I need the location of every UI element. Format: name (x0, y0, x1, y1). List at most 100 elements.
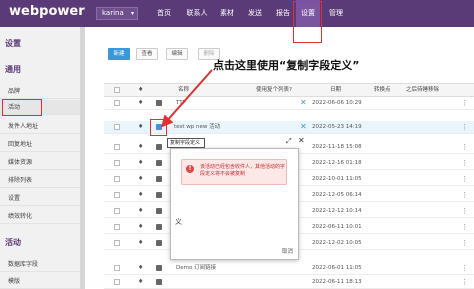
top-navbar: webpower karina ▾ 首页 联系人 素材 发送 报告 设置 管理 (0, 0, 474, 27)
x-icon: ✕ (300, 98, 307, 107)
view-button[interactable]: 查看 (136, 48, 158, 60)
copy-icon[interactable] (156, 160, 162, 166)
bell-icon: ♦ (138, 123, 144, 130)
row-checkbox[interactable] (114, 124, 120, 130)
copy-icon[interactable] (156, 100, 162, 106)
sidebar-item-media[interactable]: 媒体资源 (0, 155, 80, 170)
bell-icon: ♦ (138, 264, 144, 271)
sidebar-title: 设置 (5, 39, 21, 48)
row-checkbox[interactable] (114, 265, 120, 271)
row-date: 2022-05-23 14:19 (312, 124, 362, 130)
row-name: Demo 订阅链接 (176, 265, 217, 271)
bell-icon: ♦ (138, 159, 144, 166)
sidebar-item-templates[interactable]: 模版 (0, 274, 80, 289)
col-last-modified[interactable]: 之后待睡移除 (406, 84, 439, 96)
row-name: TTP (176, 100, 186, 106)
nav-materials[interactable]: 素材 (216, 0, 238, 27)
select-all-checkbox[interactable] (114, 87, 120, 93)
more-icon[interactable]: ⋮ (461, 173, 468, 185)
row-date: 2022-11-18 15:08 (312, 144, 362, 150)
copy-icon[interactable] (156, 208, 162, 214)
sidebar-section-campaign: 活动 (5, 238, 21, 247)
row-date: 2022-06-11 18:13 (312, 279, 362, 285)
row-checkbox[interactable] (114, 176, 120, 182)
col-convert[interactable]: 转换点 (374, 84, 391, 96)
alert-message: 该活动已经包含收件人，其他活动的字段定义将不会被复制 (200, 164, 286, 177)
sidebar-item-brand[interactable]: 品牌 (0, 84, 80, 99)
nav-contacts[interactable]: 联系人 (182, 0, 212, 27)
row-date: 2022-12-02 10:05 (312, 240, 362, 246)
row-checkbox[interactable] (114, 279, 120, 285)
col-name[interactable]: 名称 (178, 84, 189, 96)
more-icon[interactable]: ⋮ (461, 97, 468, 109)
cancel-button[interactable]: 取消 (282, 247, 293, 255)
col-duplicate[interactable]: 使用复个列表? (256, 84, 292, 96)
row-date: 2022-06-11 10:01 (312, 224, 362, 230)
nav-reports[interactable]: 报告 (272, 0, 294, 27)
row-name: test wp new 活动 (174, 124, 221, 130)
row-checkbox[interactable] (114, 240, 120, 246)
table-row[interactable]: ♦ TTP ✕ 2022-06-06 10:29 ⋮ (104, 97, 474, 110)
sidebar-item-db-fields[interactable]: 数据库字段 (0, 257, 80, 272)
row-date: 2022-10-01 11:05 (312, 176, 362, 182)
more-icon[interactable]: ⋮ (461, 141, 468, 153)
edit-button[interactable]: 编辑 (166, 48, 188, 60)
sidebar-item-conversion[interactable]: 绩效转化 (0, 209, 80, 224)
row-checkbox[interactable] (114, 224, 120, 230)
sidebar-scrollbar[interactable] (80, 27, 85, 289)
copy-icon[interactable] (156, 224, 162, 230)
copy-icon[interactable] (156, 176, 162, 182)
copy-field-definition-tooltip: 复制字段定义 (167, 138, 205, 148)
annotation-highlight-campaign (2, 99, 42, 116)
user-name: karina (102, 9, 124, 17)
copy-field-definition-dialog: ! 该活动已经包含收件人，其他活动的字段定义将不会被复制 义 取消 (170, 148, 299, 260)
copy-icon[interactable] (156, 240, 162, 246)
annotation-highlight-copy-icon (150, 119, 167, 136)
col-date[interactable]: 日期 (330, 84, 341, 96)
close-icon[interactable]: ✕ (298, 136, 305, 145)
row-checkbox[interactable] (114, 160, 120, 166)
nav-send[interactable]: 发送 (244, 0, 266, 27)
bell-icon: ♦ (138, 99, 144, 106)
table-header: ♦ 名称 使用复个列表? 日期 转换点 之后待睡移除 (104, 83, 474, 97)
sidebar-item-exclusion[interactable]: 排除列表 (0, 173, 80, 188)
more-icon[interactable]: ⋮ (461, 157, 468, 169)
sidebar-item-reply[interactable]: 回复地址 (0, 137, 80, 152)
row-checkbox[interactable] (114, 192, 120, 198)
more-icon[interactable]: ⋮ (461, 205, 468, 217)
bell-icon: ♦ (138, 207, 144, 214)
row-checkbox[interactable] (114, 144, 120, 150)
chevron-down-icon: ▾ (130, 10, 134, 17)
row-checkbox[interactable] (114, 208, 120, 214)
bell-icon: ♦ (138, 143, 144, 150)
more-icon[interactable]: ⋮ (461, 276, 468, 288)
more-icon[interactable]: ⋮ (461, 221, 468, 233)
row-checkbox[interactable] (114, 100, 120, 106)
x-icon: ✕ (300, 122, 307, 131)
bell-icon: ♦ (138, 175, 144, 182)
table-row[interactable]: ♦ Demo 订阅链接 2022-06-01 11:05 ⋮ (104, 262, 474, 275)
more-icon[interactable]: ⋮ (461, 121, 468, 133)
nav-admin[interactable]: 管理 (325, 0, 347, 27)
copy-icon[interactable] (156, 192, 162, 198)
copy-icon[interactable] (156, 265, 162, 271)
row-date: 2022-12-05 06:14 (312, 192, 362, 198)
new-button[interactable]: 新建 (108, 48, 130, 60)
more-icon[interactable]: ⋮ (461, 189, 468, 201)
sidebar-item-sender[interactable]: 发件人地址 (0, 119, 80, 134)
annotation-highlight-settings (293, 1, 322, 43)
annotation-callout: 点击这里使用“复制字段定义” (213, 59, 360, 72)
copy-icon[interactable] (156, 144, 162, 150)
more-icon[interactable]: ⋮ (461, 237, 468, 249)
bell-icon: ♦ (138, 191, 144, 198)
bell-icon: ♦ (138, 86, 144, 93)
table-row[interactable]: ♦ 2022-06-11 18:13 ⋮ (104, 276, 474, 289)
row-date: 2022-06-01 11:05 (312, 265, 362, 271)
more-icon[interactable]: ⋮ (461, 262, 468, 274)
copy-icon[interactable] (156, 279, 162, 285)
nav-home[interactable]: 首页 (152, 0, 176, 27)
sidebar-section-general: 通用 (5, 65, 21, 74)
user-select[interactable]: karina ▾ (96, 7, 138, 20)
sidebar-item-settings[interactable]: 设置 (0, 191, 80, 206)
expand-icon[interactable]: ⤢ (286, 137, 292, 146)
